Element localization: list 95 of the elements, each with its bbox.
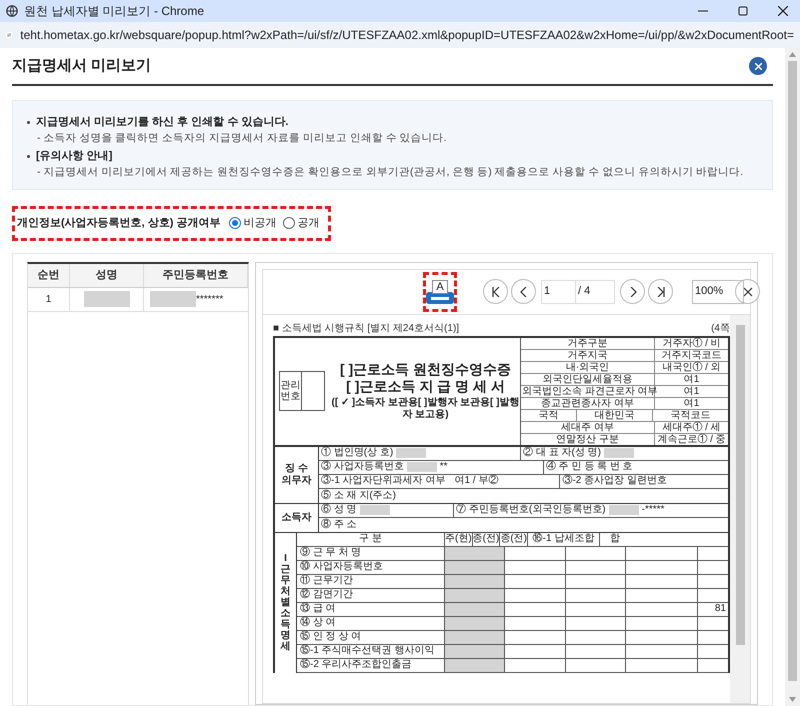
masked-value [396, 448, 426, 458]
scrollbar[interactable] [785, 48, 800, 706]
masked-name [84, 291, 130, 307]
bullet-icon [27, 120, 30, 124]
form-cell: 거주구분 [521, 338, 655, 348]
form-cell-text: 거주자① / 비 [661, 338, 722, 348]
notice-text: - 소득자 성명을 클릭하면 소득자의 지급명세서 자료를 미리보고 인쇄할 수 있습니다. [36, 131, 448, 145]
next-page-button[interactable] [620, 279, 645, 304]
form-cell-text: 여1 [682, 398, 700, 408]
radio-option[interactable]: 공개 [282, 215, 320, 232]
column-header: 종(전) [472, 532, 500, 546]
column-header: 주민등록번호 [144, 264, 248, 286]
column-header: 성명 [70, 264, 144, 286]
maximize-icon[interactable] [738, 6, 748, 16]
masked-value [608, 505, 639, 515]
masked-id [150, 291, 196, 307]
column-header: 주(현) [445, 532, 473, 546]
form-cell: 거주지국 [521, 350, 655, 360]
page-note: (4쪽 [711, 322, 730, 336]
print-button[interactable]: A [423, 272, 457, 312]
field-label: ⑦ 주민등록번호(외국인등록번호) [456, 504, 606, 516]
column-header: ⑯-1 납세조합 [528, 532, 600, 546]
field-label: ⑤ 소 재 지(주소) [321, 490, 396, 502]
column-header: 종(전) [500, 532, 528, 546]
table-cell: 1 [28, 288, 70, 310]
form-cell-text: 여1 [682, 386, 700, 396]
form-cell-text: 국적코드 [670, 410, 712, 420]
masked-value [406, 462, 437, 472]
field-label: ③ 사업자등록번호 [321, 461, 404, 473]
form-cell: 대한민국 [577, 410, 653, 420]
column-header: 구 분 [297, 532, 445, 546]
field-label: ③-2 종사업장 일련번호 [562, 475, 667, 487]
table-cell-text: 81 [714, 602, 727, 616]
notice-heading: [유의사항 안내] [36, 149, 112, 163]
page-count: / 4 [577, 284, 592, 300]
first-page-icon [490, 286, 500, 296]
form-title: [ ]근로소득 원천징수영수증 [340, 361, 512, 378]
form-cell: 외국법인소속 파견근로자 여부 [521, 386, 655, 396]
window-title: 원천 납세자별 미리보기 - Chrome [24, 3, 206, 20]
radio-button[interactable] [282, 217, 294, 230]
globe-icon [6, 5, 18, 17]
field-label: ⑥ 성 명 [321, 504, 357, 516]
close-button[interactable] [749, 57, 767, 75]
form-cell-text: 세대주① / 세 [661, 422, 722, 432]
form-title: [ ]근로소득 지 급 명 세 서 [346, 378, 505, 395]
form-cell: 연말정산 구분 [521, 434, 655, 444]
close-icon [754, 62, 762, 70]
previous-page-icon [518, 286, 528, 296]
close-viewer-icon [742, 286, 752, 296]
column-header: 순번 [28, 264, 70, 286]
field-value: ** [440, 461, 448, 473]
scrollbar[interactable] [730, 314, 750, 703]
form-cell-text: 여1 [682, 374, 700, 384]
vertical-label: I근무처별소득명세 [280, 553, 290, 652]
form-cell-text: 계속근로① / 중 [656, 434, 727, 444]
form-reference: ■ 소득세법 시행규칙 [별지 제24호서식(1)] [273, 322, 460, 336]
form-cell: 내·외국인 [521, 362, 655, 372]
form-cell-text: 거주지국코드 [660, 350, 722, 360]
form-cell: 국적 [521, 410, 577, 420]
form-cell: 세대주 여부 [521, 422, 655, 432]
form-cell: 외국인단일세율적용 [521, 374, 655, 384]
field-label: ④ 주 민 등 록 번 호 [546, 461, 633, 473]
notice-heading: 지급명세서 미리보기를 하신 후 인쇄할 수 있습니다. [36, 115, 288, 129]
form-cell: 종교관련종사자 여부 [521, 398, 655, 408]
copy-type-line: ([ ✓ ]소득자 보관용[ ]발행자 보관용[ ]발행자 보고용) [331, 397, 520, 421]
notice-text: - 지급명세서 미리보기에서 제공하는 원천징수영수증은 확인용으로 외부기관(관공서, 은행 등) 제출용으로 사용할 수 없으니 유의하시기 바랍니다. [36, 165, 744, 179]
masked-value [360, 505, 390, 515]
field-value: 여1 / 부② [454, 475, 498, 487]
paper-glyph: A [432, 280, 448, 294]
form-cell-text: 내국인① / 외 [661, 362, 722, 372]
first-page-button[interactable] [483, 279, 508, 304]
radio-option[interactable]: 비공개 [228, 215, 276, 232]
next-page-icon [628, 286, 638, 296]
dialog-title: 지급명세서 미리보기 [12, 56, 152, 76]
field-value: -***** [642, 504, 664, 516]
scrollbar-thumb[interactable] [736, 324, 744, 644]
scrollbar-thumb[interactable] [788, 61, 797, 681]
field-label: ⑧ 주 소 [321, 518, 357, 530]
field-label: ② 대 표 자(성 명) [523, 447, 601, 459]
field-label: ③-1 사업자단위과세자 여부 [321, 475, 446, 487]
section-label: 소득자 [275, 504, 319, 532]
last-page-icon [656, 286, 666, 296]
section-label: 징 수 의무자 [275, 446, 319, 502]
bullet-icon [27, 154, 30, 158]
column-header: 합 [609, 532, 622, 546]
page-field[interactable]: 1 [542, 280, 576, 302]
field-label: ① 법인명(상 호) [321, 447, 394, 459]
previous-page-button[interactable] [511, 279, 536, 304]
radio-button[interactable] [228, 217, 240, 230]
table-cell-text: ******* [196, 292, 224, 306]
privacy-label: 개인정보(사업자등록번호, 상호) 공개여부 [17, 216, 220, 231]
masked-value [604, 448, 634, 458]
close-icon[interactable] [778, 6, 788, 16]
last-page-button[interactable] [648, 279, 673, 304]
close-viewer-button[interactable] [735, 279, 760, 304]
